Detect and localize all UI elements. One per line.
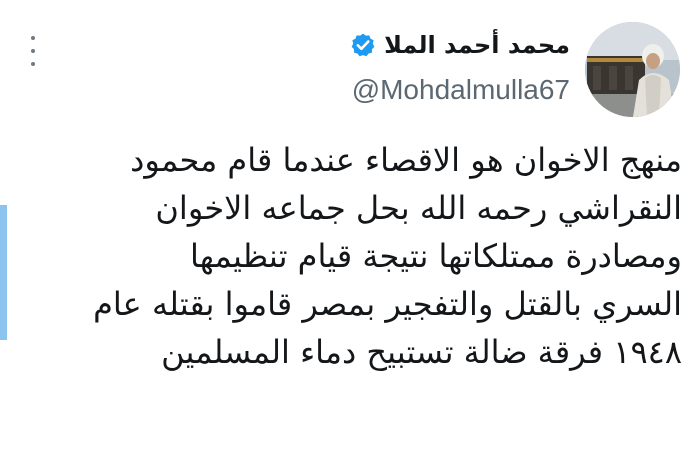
display-name[interactable]: محمد أحمد الملا <box>384 31 570 59</box>
avatar[interactable] <box>585 22 680 117</box>
tweet-line: ومصادرة ممتلكاتها نتيجة قيام تنظيمها <box>190 237 682 275</box>
tweet-line: السري بالقتل والتفجير بمصر قاموا بقتله ع… <box>93 285 682 323</box>
avatar-photo <box>585 22 680 117</box>
more-options-icon[interactable] <box>24 36 42 66</box>
author-name-row: محمد أحمد الملا <box>350 28 570 62</box>
tweet-card: محمد أحمد الملا @Mohdalmulla67 منهج الاخ… <box>0 0 700 465</box>
author-handle[interactable]: @Mohdalmulla67 <box>352 74 570 106</box>
verified-badge-icon <box>351 33 375 57</box>
tweet-line: ١٩٤٨ فرقة ضالة تستبيح دماء المسلمين <box>161 333 682 371</box>
tweet-line: منهج الاخوان هو الاقصاء عندما قام محمود <box>130 141 682 179</box>
scroll-indicator <box>0 205 7 340</box>
tweet-text: منهج الاخوان هو الاقصاء عندما قام محمود … <box>12 136 682 376</box>
tweet-line: النقراشي رحمه الله بحل جماعه الاخوان <box>155 189 682 227</box>
